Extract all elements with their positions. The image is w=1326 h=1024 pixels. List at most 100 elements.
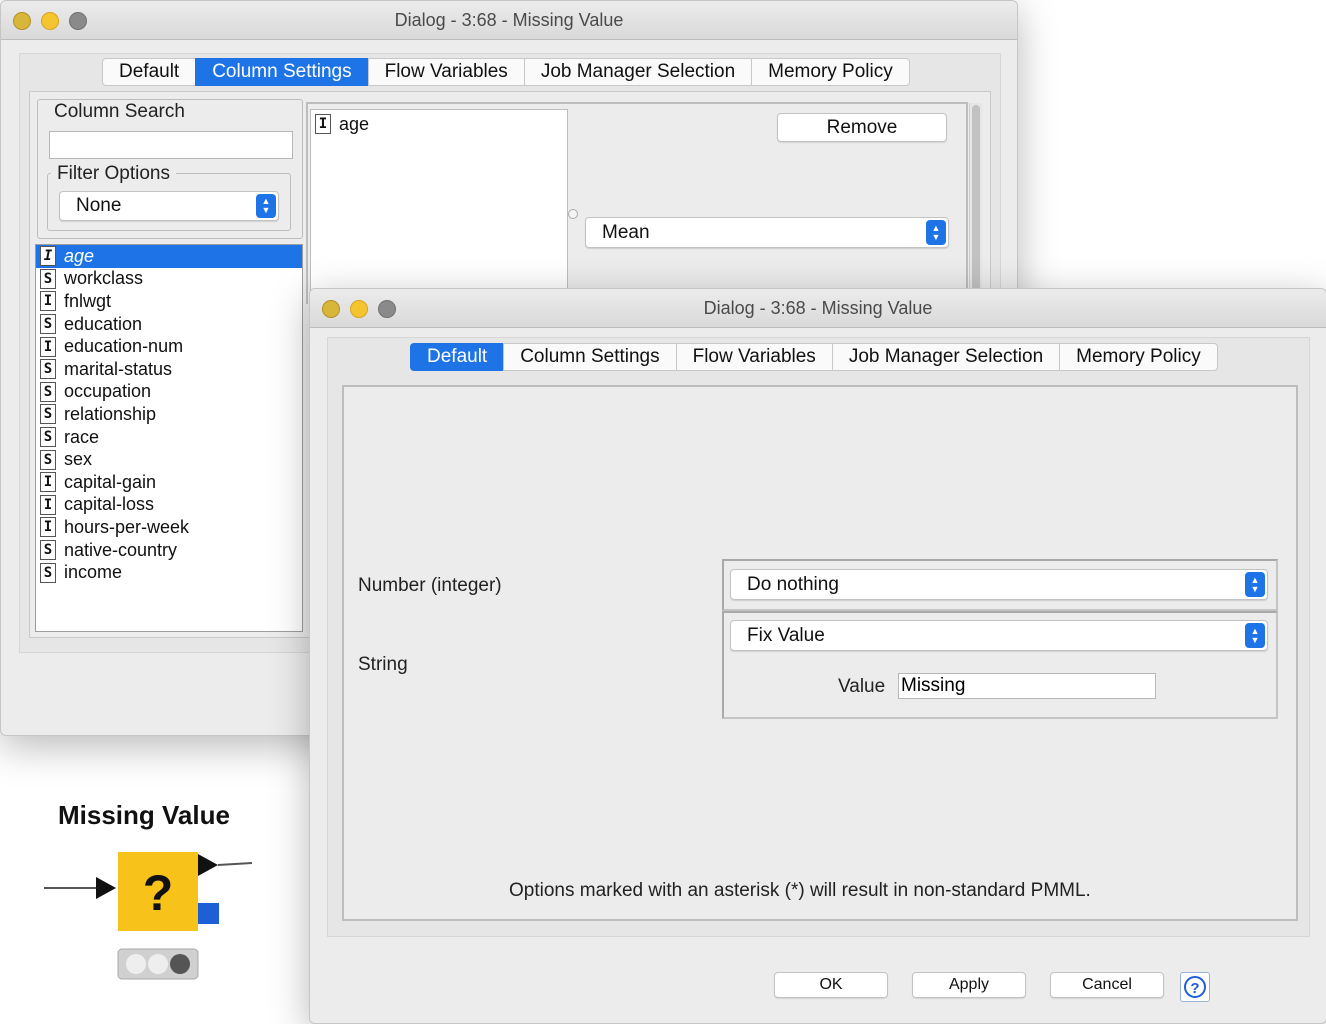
select-arrows-icon: ▲ ▼ bbox=[926, 220, 946, 245]
fix-value-label: Value bbox=[838, 676, 886, 697]
column-name: occupation bbox=[64, 381, 152, 402]
column-name: native-country bbox=[64, 539, 178, 560]
column-search-label: Column Search bbox=[48, 101, 191, 123]
tab-memory-policy[interactable]: Memory Policy bbox=[1059, 343, 1218, 371]
window-title: Dialog - 3:68 - Missing Value bbox=[394, 10, 624, 30]
column-name: marital-status bbox=[64, 358, 173, 379]
number-integer-select[interactable]: Do nothing ▲ ▼ bbox=[730, 569, 1268, 600]
column-name: age bbox=[64, 245, 95, 266]
tab-memory-policy[interactable]: Memory Policy bbox=[751, 58, 910, 86]
type-badge: S bbox=[40, 404, 56, 425]
type-badge: I bbox=[40, 336, 56, 357]
column-name: workclass bbox=[64, 268, 144, 289]
status-light-icon bbox=[126, 954, 146, 974]
radio-dot-icon[interactable] bbox=[568, 209, 578, 219]
column-list-item[interactable]: Ssex bbox=[36, 448, 302, 471]
type-badge: S bbox=[40, 268, 56, 289]
front-dialog-titlebar[interactable]: Dialog - 3:68 - Missing Value bbox=[310, 289, 1326, 328]
cancel-button[interactable]: Cancel bbox=[1050, 972, 1164, 998]
missing-value-node-icon[interactable]: ? bbox=[40, 846, 255, 986]
type-badge: S bbox=[40, 314, 56, 335]
column-name: education-num bbox=[64, 336, 184, 357]
column-list-item[interactable]: Ifnlwgt bbox=[36, 290, 302, 313]
column-name: capital-loss bbox=[64, 494, 155, 515]
column-list-item[interactable]: Icapital-loss bbox=[36, 494, 302, 517]
type-badge: I bbox=[40, 494, 56, 515]
column-list-item[interactable]: Seducation bbox=[36, 313, 302, 336]
svg-text:?: ? bbox=[1190, 980, 1199, 997]
tab-flow-variables[interactable]: Flow Variables bbox=[675, 343, 832, 371]
column-list-item[interactable]: Iage bbox=[36, 245, 302, 268]
filter-options-label: Filter Options bbox=[51, 163, 176, 185]
tab-column-settings[interactable]: Column Settings bbox=[503, 343, 676, 371]
column-list-item[interactable]: Sworkclass bbox=[36, 268, 302, 291]
select-arrows-icon: ▲ ▼ bbox=[1245, 623, 1265, 648]
select-arrows-icon: ▲ ▼ bbox=[1245, 572, 1265, 597]
column-list-item[interactable]: Srace bbox=[36, 426, 302, 449]
column-name: education bbox=[64, 313, 143, 334]
pmml-footnote: Options marked with an asterisk (*) will… bbox=[509, 880, 1091, 901]
number-integer-label: Number (integer) bbox=[358, 575, 502, 596]
front-tab-strip: Default Column Settings Flow Variables J… bbox=[410, 343, 1218, 371]
type-badge: S bbox=[40, 359, 56, 380]
apply-button[interactable]: Apply bbox=[912, 972, 1026, 998]
selected-columns-list[interactable]: I age bbox=[310, 109, 568, 300]
column-list-item[interactable]: Sincome bbox=[36, 561, 302, 584]
method-value: Mean bbox=[602, 221, 650, 243]
back-dialog-titlebar[interactable]: Dialog - 3:68 - Missing Value bbox=[1, 1, 1017, 40]
node-symbol: ? bbox=[143, 865, 174, 921]
number-integer-value: Do nothing bbox=[747, 573, 839, 595]
column-list-item[interactable]: Soccupation bbox=[36, 381, 302, 404]
tab-default[interactable]: Default bbox=[102, 58, 196, 86]
tab-job-manager-selection[interactable]: Job Manager Selection bbox=[831, 343, 1060, 371]
column-list-item[interactable]: Icapital-gain bbox=[36, 471, 302, 494]
column-name: relationship bbox=[64, 403, 157, 424]
column-name: capital-gain bbox=[64, 471, 157, 492]
type-badge: S bbox=[40, 562, 56, 583]
type-badge: I bbox=[40, 291, 56, 312]
help-button[interactable]: ? bbox=[1180, 972, 1210, 1002]
type-badge: I bbox=[315, 114, 331, 135]
column-list-item[interactable]: Ieducation-num bbox=[36, 335, 302, 358]
select-arrows-icon: ▲ ▼ bbox=[256, 194, 276, 218]
window-title: Dialog - 3:68 - Missing Value bbox=[703, 298, 933, 318]
ok-button[interactable]: OK bbox=[774, 972, 888, 998]
tab-column-settings[interactable]: Column Settings bbox=[195, 58, 368, 86]
column-search-input[interactable] bbox=[49, 131, 293, 159]
column-name: race bbox=[64, 426, 100, 447]
string-value: Fix Value bbox=[747, 624, 825, 646]
output-port[interactable] bbox=[198, 903, 219, 924]
column-list-item[interactable]: Srelationship bbox=[36, 403, 302, 426]
column-list[interactable]: Iage Sworkclass Ifnlwgt Seducation Ieducatio… bbox=[35, 244, 303, 632]
column-name: sex bbox=[64, 449, 93, 470]
column-list-item[interactable]: Ihours-per-week bbox=[36, 516, 302, 539]
tab-flow-variables[interactable]: Flow Variables bbox=[367, 58, 524, 86]
list-item[interactable]: I age bbox=[311, 113, 567, 136]
column-list-item[interactable]: Smarital-status bbox=[36, 358, 302, 381]
filter-options-select[interactable]: None ▲ ▼ bbox=[59, 191, 279, 221]
vertical-scrollbar[interactable] bbox=[969, 103, 982, 303]
tab-job-manager-selection[interactable]: Job Manager Selection bbox=[523, 58, 752, 86]
status-light-icon bbox=[170, 954, 190, 974]
string-select[interactable]: Fix Value ▲ ▼ bbox=[730, 620, 1268, 651]
back-tab-strip: Default Column Settings Flow Variables J… bbox=[102, 58, 910, 86]
type-badge: S bbox=[40, 540, 56, 561]
node-title: Missing Value bbox=[58, 800, 230, 830]
help-icon: ? bbox=[1184, 976, 1206, 998]
type-badge: S bbox=[40, 449, 56, 470]
column-name: hours-per-week bbox=[64, 516, 190, 537]
type-badge: S bbox=[40, 381, 56, 402]
type-badge: I bbox=[40, 472, 56, 493]
status-light-icon bbox=[148, 954, 168, 974]
type-badge: I bbox=[40, 246, 56, 267]
filter-options-value: None bbox=[76, 195, 122, 216]
type-badge: S bbox=[40, 427, 56, 448]
type-badge: I bbox=[40, 517, 56, 538]
column-name: income bbox=[64, 562, 123, 583]
scrollbar-thumb[interactable] bbox=[972, 105, 980, 295]
tab-default[interactable]: Default bbox=[410, 343, 504, 371]
remove-button[interactable]: Remove bbox=[777, 113, 947, 142]
column-list-item[interactable]: Snative-country bbox=[36, 539, 302, 562]
fix-value-input[interactable] bbox=[898, 673, 1156, 699]
method-select[interactable]: Mean ▲ ▼ bbox=[585, 217, 949, 248]
